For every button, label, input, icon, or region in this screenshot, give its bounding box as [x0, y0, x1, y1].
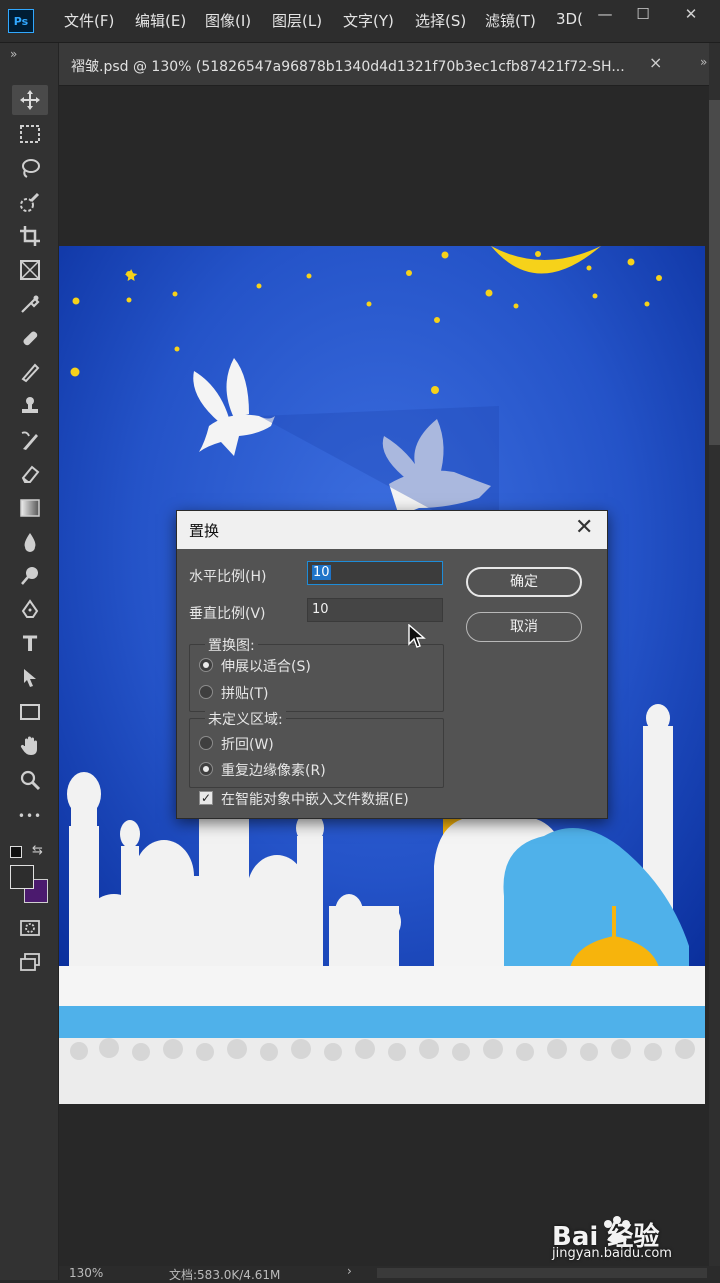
horizontal-scale-input[interactable]: 10 [307, 561, 443, 585]
maximize-button[interactable]: ☐ [620, 0, 666, 30]
stamp-icon[interactable] [12, 391, 48, 421]
screen-mode-icon[interactable] [12, 947, 48, 977]
displacement-map-title: 置换图: [205, 635, 258, 655]
dialog-titlebar[interactable]: 置换 ✕ [177, 511, 607, 549]
menu-3d[interactable]: 3D( [556, 10, 583, 28]
baidu-paw-icon [600, 1216, 634, 1250]
ok-button[interactable]: 确定 [466, 567, 582, 597]
cancel-button[interactable]: 取消 [466, 612, 582, 642]
swap-colors-icon[interactable]: ⇆ [32, 843, 43, 858]
lasso-icon[interactable] [12, 153, 48, 183]
tile-radio[interactable] [199, 685, 213, 699]
zoom-icon[interactable] [12, 765, 48, 795]
photoshop-logo-icon[interactable]: Ps [8, 9, 34, 33]
rectangle-icon[interactable] [12, 697, 48, 727]
horizontal-scale-label: 水平比例(H) [189, 569, 267, 585]
menu-layer[interactable]: 图层(L) [272, 10, 322, 31]
menu-file[interactable]: 文件(F) [64, 10, 114, 31]
menu-type[interactable]: 文字(Y) [343, 10, 394, 31]
embed-data-checkbox[interactable]: ✓ [199, 791, 213, 805]
panel-expand-icon[interactable]: » [700, 55, 707, 69]
repeat-edge-pixels-radio[interactable] [199, 762, 213, 776]
horizontal-scrollbar[interactable] [377, 1268, 707, 1278]
repeat-edge-pixels-label[interactable]: 重复边缘像素(R) [221, 760, 326, 780]
embed-data-label[interactable]: 在智能对象中嵌入文件数据(E) [221, 789, 409, 809]
eyedropper-icon[interactable] [12, 289, 48, 319]
foreground-color-fill [11, 866, 33, 888]
document-info[interactable]: 文档:583.0K/4.61M [169, 1266, 280, 1283]
vertical-scale-label: 垂直比例(V) [189, 606, 266, 622]
wrap-around-radio[interactable] [199, 736, 213, 750]
status-menu-arrow-icon[interactable]: › [347, 1264, 352, 1278]
menu-filter[interactable]: 滤镜(T) [485, 10, 536, 31]
document-tab-label: 褶皱.psd @ 130% (51826547a96878b1340d4d132… [71, 59, 625, 75]
pen-icon[interactable] [12, 595, 48, 625]
default-colors-icon[interactable] [10, 846, 22, 858]
foreground-color-swatch[interactable] [10, 865, 34, 889]
blur-icon[interactable] [12, 527, 48, 557]
collapse-toolbar-icon[interactable]: » [10, 47, 17, 61]
quick-mask-icon[interactable] [12, 913, 48, 943]
stretch-to-fit-radio[interactable] [199, 658, 213, 672]
dialog-title: 置换 [189, 522, 220, 540]
path-select-icon[interactable] [12, 663, 48, 693]
healing-icon[interactable] [12, 323, 48, 353]
menu-bar: Ps 文件(F) 编辑(E) 图像(I) 图层(L) 文字(Y) 选择(S) 滤… [0, 0, 720, 43]
gradient-icon[interactable] [12, 493, 48, 523]
frame-icon[interactable] [12, 255, 48, 285]
status-bar: 130% 文档:583.0K/4.61M › [59, 1264, 720, 1283]
eraser-icon[interactable] [12, 459, 48, 489]
watermark-url: jingyan.baidu.com [552, 1246, 672, 1261]
dialog-close-icon[interactable]: ✕ [575, 515, 593, 540]
marquee-icon[interactable] [12, 119, 48, 149]
horizontal-scale-value: 10 [312, 565, 331, 580]
tile-label[interactable]: 拼贴(T) [221, 683, 268, 703]
brush-icon[interactable] [12, 357, 48, 387]
tools-panel: » T ••• ⇆ [0, 43, 59, 1280]
mouse-cursor-icon [408, 623, 426, 654]
document-tab[interactable]: 褶皱.psd @ 130% (51826547a96878b1340d4d132… [59, 43, 709, 86]
dodge-icon[interactable] [12, 561, 48, 591]
hand-icon[interactable] [12, 731, 48, 761]
history-brush-icon[interactable] [12, 425, 48, 455]
close-tab-icon[interactable]: × [649, 53, 662, 72]
menu-edit[interactable]: 编辑(E) [135, 10, 186, 31]
more-icon[interactable]: ••• [12, 801, 48, 831]
move-icon[interactable] [12, 85, 48, 115]
zoom-level[interactable]: 130% [69, 1266, 103, 1280]
menu-image[interactable]: 图像(I) [205, 10, 251, 31]
menu-select[interactable]: 选择(S) [415, 10, 466, 31]
wrap-around-label[interactable]: 折回(W) [221, 734, 274, 754]
type-icon[interactable]: T [12, 629, 48, 659]
stretch-to-fit-label[interactable]: 伸展以适合(S) [221, 656, 311, 676]
quick-select-icon[interactable] [12, 187, 48, 217]
vertical-scale-input[interactable]: 10 [307, 598, 443, 622]
undefined-areas-title: 未定义区域: [205, 709, 286, 729]
scrollbar-thumb[interactable] [709, 100, 720, 445]
close-window-button[interactable]: ✕ [668, 0, 714, 30]
crop-icon[interactable] [12, 221, 48, 251]
displace-dialog: 置换 ✕ 水平比例(H) 10 垂直比例(V) 10 确定 取消 置换图: 伸展… [176, 510, 608, 819]
